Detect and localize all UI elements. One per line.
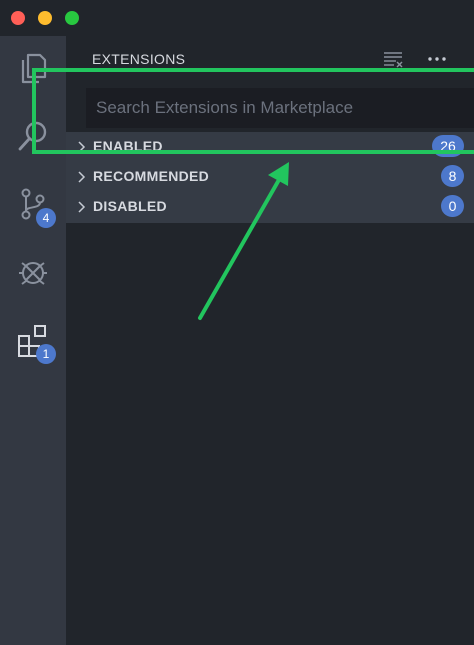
section-count-badge: 0 [441, 195, 464, 217]
more-actions-button[interactable] [426, 48, 448, 70]
clear-extensions-button[interactable] [382, 48, 404, 70]
activity-search[interactable] [0, 106, 66, 166]
section-label: DISABLED [93, 198, 167, 214]
clear-extensions-icon [384, 52, 403, 68]
activity-extensions[interactable]: 1 [0, 310, 66, 370]
search-extensions-input[interactable] [86, 88, 474, 128]
section-count-badge: 26 [432, 135, 464, 157]
section-label: RECOMMENDED [93, 168, 210, 184]
sidebar-header: EXTENSIONS [66, 36, 474, 80]
section-recommended[interactable]: RECOMMENDED 8 [66, 162, 474, 192]
extensions-sidebar: EXTENSIONS ENABLED [66, 36, 474, 645]
title-bar [0, 0, 474, 36]
chevron-right-icon [78, 141, 86, 153]
sidebar-title: EXTENSIONS [92, 51, 186, 67]
chevron-right-icon [78, 201, 86, 213]
section-disabled[interactable]: DISABLED 0 [66, 192, 474, 222]
minimize-window-button[interactable] [38, 11, 52, 25]
activity-bar: 4 1 [0, 36, 66, 645]
section-enabled[interactable]: ENABLED 26 [66, 132, 474, 162]
source-control-badge: 4 [36, 208, 56, 228]
extension-sections: ENABLED 26 RECOMMENDED 8 DISABLED 0 [66, 132, 474, 223]
extensions-badge: 1 [36, 344, 56, 364]
files-icon [21, 53, 47, 84]
activity-debug[interactable] [0, 242, 66, 302]
section-count-badge: 8 [441, 165, 464, 187]
activity-source-control[interactable]: 4 [0, 174, 66, 234]
search-icon [18, 121, 47, 151]
maximize-window-button[interactable] [65, 11, 79, 25]
debug-icon [19, 262, 47, 285]
section-label: ENABLED [93, 138, 163, 154]
chevron-right-icon [78, 171, 86, 183]
close-window-button[interactable] [11, 11, 25, 25]
activity-explorer[interactable] [0, 38, 66, 98]
search-container [66, 80, 474, 132]
more-actions-icon [428, 57, 446, 61]
